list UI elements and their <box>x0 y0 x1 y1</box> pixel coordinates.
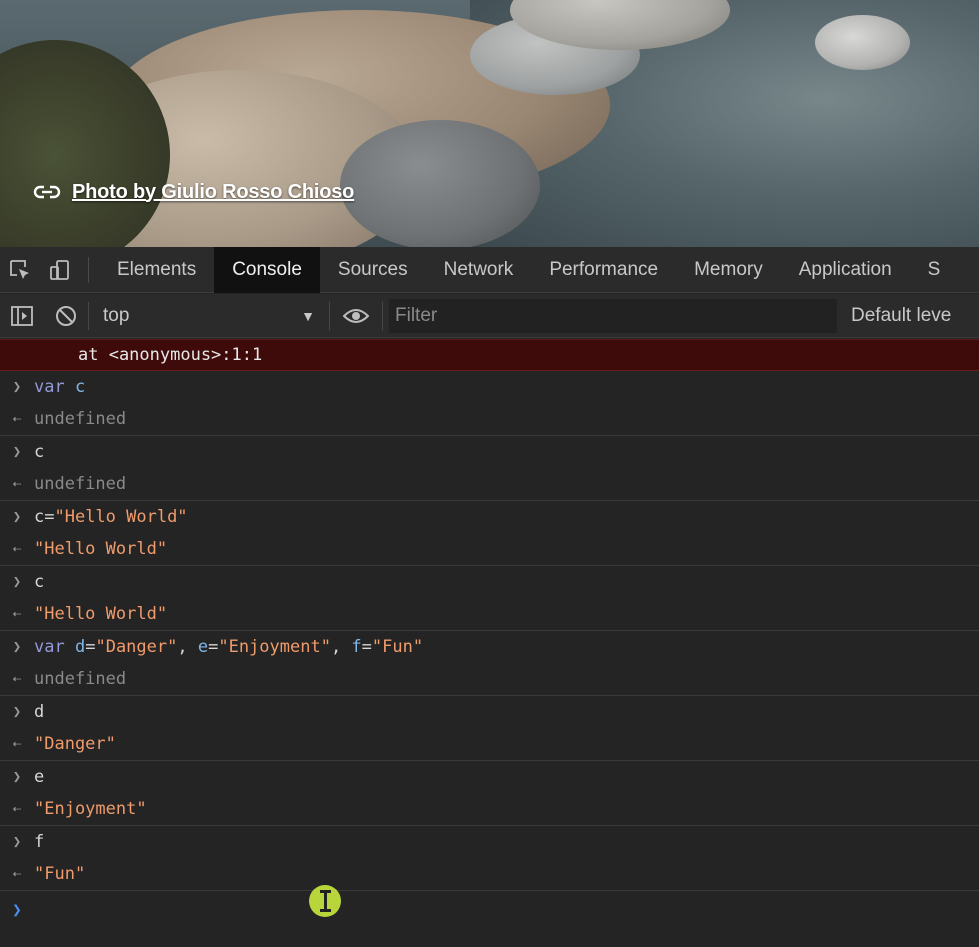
context-value: top <box>103 304 130 326</box>
console-result: "Danger" <box>34 734 116 754</box>
console-entry: ❯ d ⇠ "Danger" <box>0 696 979 761</box>
rock <box>815 15 910 70</box>
console-input[interactable]: f <box>34 832 44 852</box>
console-entry: ❯ var c ⇠ undefined <box>0 371 979 436</box>
output-arrow-icon: ⇠ <box>12 476 22 492</box>
console-entry: ❯ var d="Danger", e="Enjoyment", f="Fun"… <box>0 631 979 696</box>
hero-photo: Photo by Giulio Rosso Chioso <box>0 0 979 247</box>
console-toolbar: top ▼ Filter Default leve <box>0 294 979 338</box>
console-input[interactable]: var c <box>34 377 85 397</box>
error-stack-line: at <anonymous>:1:1 <box>78 345 263 365</box>
tab-application[interactable]: Application <box>781 247 910 293</box>
input-chevron-icon: ❯ <box>12 509 22 525</box>
sidebar-toggle-icon[interactable] <box>0 294 44 338</box>
console-result: "Fun" <box>34 864 86 884</box>
output-arrow-icon: ⇠ <box>12 866 22 882</box>
console-entry: ❯ c ⇠ "Hello World" <box>0 566 979 631</box>
console-entry: ❯ c ⇠ undefined <box>0 436 979 501</box>
console-input[interactable]: e <box>34 767 44 787</box>
inspect-element-icon[interactable] <box>0 247 40 293</box>
dropdown-arrow-icon: ▼ <box>301 307 315 324</box>
filter-input[interactable]: Filter <box>389 298 837 333</box>
devtools-tab-bar: Elements Console Sources Network Perform… <box>0 246 979 293</box>
input-chevron-icon: ❯ <box>12 639 22 655</box>
input-chevron-icon: ❯ <box>12 769 22 785</box>
console-input[interactable]: var d="Danger", e="Enjoyment", f="Fun" <box>34 637 423 657</box>
output-arrow-icon: ⇠ <box>12 541 22 557</box>
console-output: at <anonymous>:1:1 ❯ var c ⇠ undefined ❯… <box>0 339 979 947</box>
console-entry: ❯ c="Hello World" ⇠ "Hello World" <box>0 501 979 566</box>
input-chevron-icon: ❯ <box>12 704 22 720</box>
output-arrow-icon: ⇠ <box>12 671 22 687</box>
clear-console-icon[interactable] <box>44 294 88 338</box>
tab-performance[interactable]: Performance <box>531 247 676 293</box>
console-input[interactable]: d <box>34 702 44 722</box>
console-result: "Enjoyment" <box>34 799 147 819</box>
input-chevron-icon: ❯ <box>12 834 22 850</box>
input-chevron-icon: ❯ <box>12 379 22 395</box>
tab-console[interactable]: Console <box>214 246 320 293</box>
input-chevron-icon: ❯ <box>12 574 22 590</box>
console-input[interactable]: c <box>34 572 44 592</box>
error-message: at <anonymous>:1:1 <box>0 339 979 371</box>
console-result: undefined <box>34 409 127 429</box>
tab-overflow[interactable]: S <box>910 247 941 293</box>
console-input[interactable]: c="Hello World" <box>34 507 188 527</box>
console-result: "Hello World" <box>34 604 168 624</box>
console-input[interactable]: c <box>34 442 44 462</box>
live-expression-eye-icon[interactable] <box>330 294 382 338</box>
device-toolbar-icon[interactable] <box>40 247 80 293</box>
console-prompt[interactable]: ❯ <box>0 891 979 927</box>
tab-elements[interactable]: Elements <box>99 247 214 293</box>
output-arrow-icon: ⇠ <box>12 606 22 622</box>
tab-network[interactable]: Network <box>426 247 532 293</box>
photo-credit-link[interactable]: Photo by Giulio Rosso Chioso <box>72 181 354 204</box>
console-entry: ❯ f ⇠ "Fun" <box>0 826 979 891</box>
output-arrow-icon: ⇠ <box>12 736 22 752</box>
log-levels-dropdown[interactable]: Default leve <box>837 305 951 327</box>
console-result: undefined <box>34 669 127 689</box>
rock <box>340 120 540 247</box>
console-result: "Hello World" <box>34 539 168 559</box>
console-entry: ❯ e ⇠ "Enjoyment" <box>0 761 979 826</box>
tab-sources[interactable]: Sources <box>320 247 426 293</box>
tab-memory[interactable]: Memory <box>676 247 781 293</box>
output-arrow-icon: ⇠ <box>12 411 22 427</box>
text-cursor-icon <box>309 885 341 917</box>
prompt-chevron-icon: ❯ <box>12 899 22 919</box>
console-result: undefined <box>34 474 127 494</box>
input-chevron-icon: ❯ <box>12 444 22 460</box>
divider <box>382 301 383 330</box>
photo-credit[interactable]: Photo by Giulio Rosso Chioso <box>32 180 354 204</box>
context-selector[interactable]: top ▼ <box>89 300 329 332</box>
output-arrow-icon: ⇠ <box>12 801 22 817</box>
divider <box>88 256 89 283</box>
link-icon <box>33 185 61 199</box>
